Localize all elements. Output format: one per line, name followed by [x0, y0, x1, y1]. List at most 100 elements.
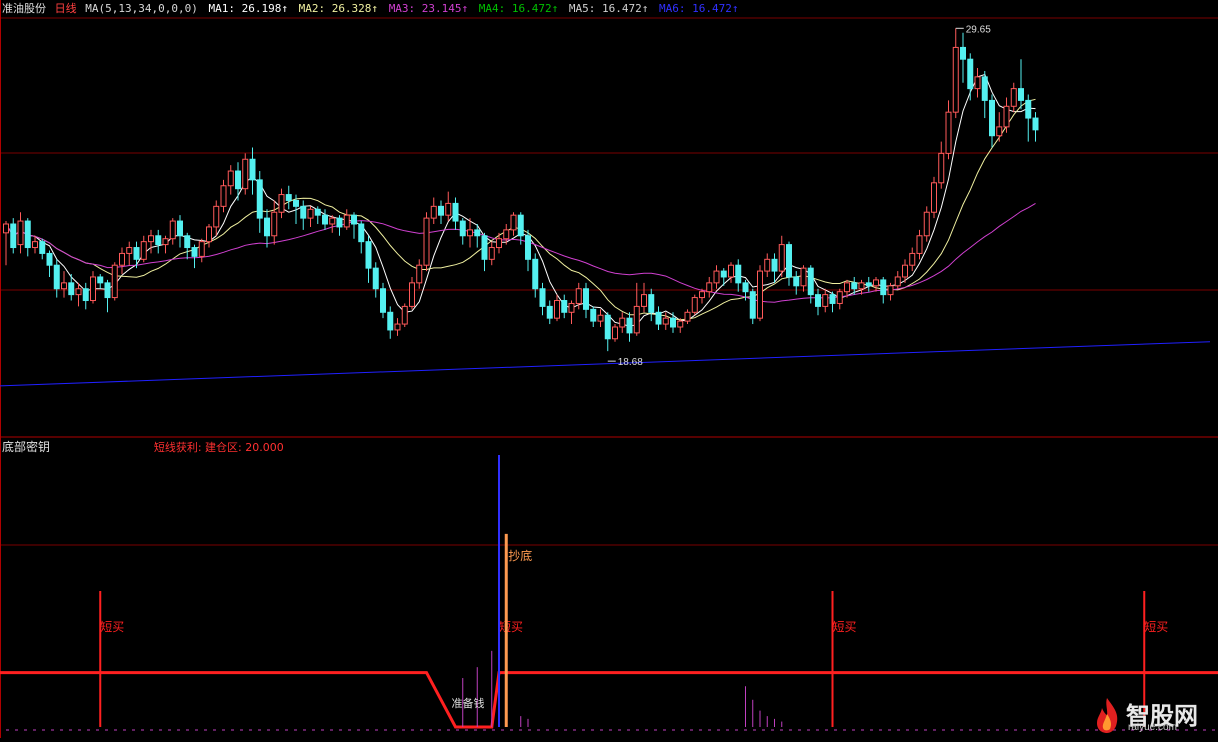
candle[interactable] [858, 279, 865, 295]
candle[interactable] [198, 238, 205, 263]
candle[interactable] [873, 276, 879, 292]
candle[interactable] [53, 259, 60, 298]
candle[interactable] [960, 32, 966, 83]
candle[interactable] [387, 306, 394, 339]
candle[interactable] [314, 206, 321, 224]
candle[interactable] [938, 141, 945, 189]
candle[interactable] [351, 212, 357, 239]
candle[interactable] [336, 215, 343, 236]
candle[interactable] [568, 300, 575, 325]
candle[interactable] [771, 253, 778, 283]
candle[interactable] [213, 200, 220, 236]
candle[interactable] [546, 300, 553, 325]
candle[interactable] [39, 238, 46, 260]
candle[interactable] [836, 288, 843, 310]
candle[interactable] [445, 191, 452, 222]
candle[interactable] [111, 262, 118, 301]
candle[interactable] [981, 70, 988, 119]
candle[interactable] [409, 276, 415, 310]
candle[interactable] [242, 153, 249, 195]
candle[interactable] [82, 282, 89, 310]
candle[interactable] [329, 215, 336, 233]
candle[interactable] [459, 218, 466, 245]
candle[interactable] [140, 235, 147, 263]
candle[interactable] [800, 265, 807, 292]
candle[interactable] [604, 312, 611, 352]
candle[interactable] [691, 294, 698, 316]
candle[interactable] [583, 282, 589, 319]
candle[interactable] [430, 197, 437, 224]
candle[interactable] [423, 212, 430, 272]
candle[interactable] [880, 276, 887, 304]
candle[interactable] [713, 265, 720, 289]
candle[interactable] [177, 215, 183, 248]
candle[interactable] [358, 221, 365, 254]
candle[interactable] [967, 53, 974, 101]
candle[interactable] [184, 232, 191, 260]
candle[interactable] [148, 229, 154, 254]
candle[interactable] [264, 209, 270, 248]
candle[interactable] [793, 271, 800, 295]
candle[interactable] [191, 244, 198, 269]
candle[interactable] [749, 288, 756, 325]
candle[interactable] [916, 229, 923, 260]
candle[interactable] [401, 303, 408, 327]
candle[interactable] [633, 282, 640, 336]
candle[interactable] [10, 218, 17, 254]
candle[interactable] [169, 218, 176, 245]
candle[interactable] [17, 212, 24, 254]
candle[interactable] [735, 259, 742, 292]
candle[interactable] [648, 288, 655, 322]
candle[interactable] [61, 271, 67, 298]
stock-name[interactable]: 准油股份 [2, 2, 46, 15]
candle[interactable] [822, 288, 829, 313]
candle[interactable] [235, 162, 241, 201]
candle[interactable] [1003, 97, 1010, 133]
candle[interactable] [612, 324, 618, 342]
candle[interactable] [590, 306, 597, 327]
candle[interactable] [894, 271, 901, 289]
candle[interactable] [394, 318, 401, 336]
candle[interactable] [989, 94, 995, 148]
candle[interactable] [206, 224, 212, 248]
candle[interactable] [532, 253, 539, 298]
candle[interactable] [365, 235, 372, 283]
candle[interactable] [24, 218, 31, 257]
candle[interactable] [220, 179, 227, 213]
candlestick-series[interactable] [3, 28, 1039, 352]
candle[interactable] [452, 197, 459, 230]
candle[interactable] [764, 253, 771, 277]
candle[interactable] [539, 282, 546, 316]
candle[interactable] [626, 312, 633, 342]
candle[interactable] [285, 185, 292, 210]
candle[interactable] [641, 282, 647, 313]
candle[interactable] [931, 176, 937, 219]
candle[interactable] [786, 241, 792, 286]
ma-params[interactable]: MA(5,13,34,0,0,0) [85, 2, 198, 15]
period-label[interactable]: 日线 [55, 2, 77, 15]
candle[interactable] [1032, 112, 1039, 142]
candle[interactable] [46, 250, 53, 277]
candle[interactable] [322, 209, 328, 230]
candle[interactable] [923, 206, 930, 242]
candle[interactable] [249, 147, 256, 195]
candle[interactable] [619, 312, 626, 333]
candle[interactable] [119, 247, 125, 275]
candle[interactable] [655, 306, 662, 330]
candle[interactable] [597, 309, 604, 327]
candle[interactable] [481, 232, 488, 272]
candle[interactable] [438, 200, 444, 224]
candle[interactable] [3, 221, 9, 266]
chart-canvas[interactable]: 29.65 18.68 短买 短买 短买 短买 抄底准备钱 [0, 0, 1218, 738]
candle[interactable] [133, 241, 140, 269]
candle[interactable] [496, 232, 502, 254]
candle[interactable] [684, 309, 691, 325]
candle[interactable] [278, 188, 285, 219]
candle[interactable] [554, 294, 560, 322]
candle[interactable] [996, 112, 1003, 142]
candle[interactable] [162, 235, 169, 254]
candle[interactable] [525, 229, 531, 272]
candle[interactable] [974, 68, 981, 98]
candle[interactable] [372, 262, 379, 298]
candle[interactable] [1025, 94, 1032, 142]
